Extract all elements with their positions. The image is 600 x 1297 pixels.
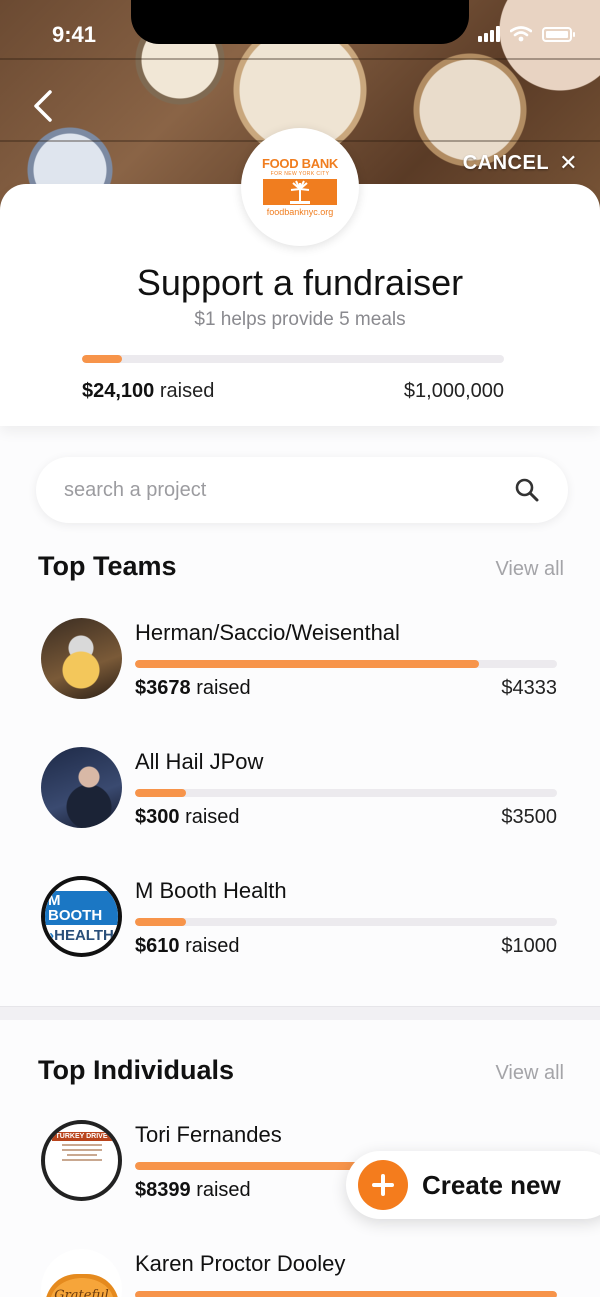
top-teams-view-all[interactable]: View all [495, 558, 564, 581]
overall-raised-row: $24,100 raised $1,000,000 [82, 376, 504, 403]
top-individuals-header: Top Individuals View all [38, 1055, 564, 1086]
individual-name: Karen Proctor Dooley [135, 1251, 346, 1276]
turkey-drive-flyer: TURKEY DRIVE [51, 1132, 112, 1141]
logo-url: foodbanknyc.org [266, 207, 334, 217]
team-goal: $3500 [501, 806, 557, 828]
top-individuals-view-all[interactable]: View all [495, 1062, 564, 1085]
team-progress-bar [135, 660, 557, 668]
logo-line1: FOOD BANK [261, 156, 339, 171]
individual-avatar: TURKEY DRIVE [41, 1120, 122, 1201]
individual-raised-label: raised [196, 1179, 251, 1201]
individual-progress-bar [135, 1291, 557, 1297]
team-name: M Booth Health [135, 878, 287, 903]
team-raised-amount: $3678 [135, 677, 191, 699]
team-progress-bar [135, 789, 557, 797]
team-raised: $3678 raised [135, 677, 251, 700]
search-bar[interactable] [36, 457, 568, 523]
signal-icon [478, 26, 500, 42]
cancel-button[interactable]: CANCEL ✕ [463, 150, 578, 176]
battery-icon [542, 26, 575, 42]
team-name: Herman/Saccio/Weisenthal [135, 620, 400, 645]
team-progress-fill [135, 789, 186, 797]
team-goal: $4333 [501, 677, 557, 699]
team-progress-fill [135, 660, 480, 668]
status-time: 9:41 [52, 22, 97, 47]
team-raised: $300 raised [135, 806, 240, 829]
m-booth-logo-bottom: ›HEALTH [49, 926, 114, 944]
statue-of-liberty-icon [263, 179, 337, 205]
status-icons [478, 26, 575, 42]
pumpkin-image: Grateful Thankful [44, 1274, 119, 1297]
overall-raised-label: raised [159, 380, 215, 402]
top-teams-header: Top Teams View all [38, 551, 564, 582]
team-avatar [41, 747, 122, 828]
individual-row[interactable]: Grateful Thankful Karen Proctor Dooley [41, 1249, 557, 1297]
team-raised-amount: $300 [135, 806, 180, 828]
team-progress-fill [135, 918, 186, 926]
cancel-label: CANCEL [462, 151, 550, 174]
team-name: All Hail JPow [135, 749, 264, 774]
team-goal: $1000 [501, 935, 557, 957]
team-raised: $610 raised [135, 935, 240, 958]
individual-name: Tori Fernandes [135, 1122, 282, 1147]
individual-avatar: Grateful Thankful [41, 1249, 122, 1297]
top-teams-title: Top Teams [38, 551, 177, 581]
close-icon: ✕ [559, 150, 578, 175]
team-raised-label: raised [185, 935, 240, 957]
team-progress-bar [135, 918, 557, 926]
search-icon[interactable] [514, 477, 540, 503]
page-subtitle: $1 helps provide 5 meals [194, 309, 406, 330]
team-raised-label: raised [196, 677, 251, 699]
food-bank-logo: FOOD BANK FOR NEW YORK CITY foodbanknyc.… [241, 128, 359, 246]
individual-raised: $8399 raised [135, 1179, 251, 1202]
overall-progress-bar [82, 355, 504, 363]
team-avatar [41, 618, 122, 699]
overall-goal: $1,000,000 [403, 380, 504, 402]
page-title: Support a fundraiser [136, 262, 464, 303]
search-input[interactable] [64, 478, 514, 502]
plus-icon [358, 1160, 408, 1210]
overall-raised-amount: $24,100 [82, 380, 155, 402]
create-new-button[interactable]: Create new [346, 1151, 600, 1219]
m-booth-logo-top: M BOOTH [45, 890, 118, 925]
individual-progress-fill [135, 1162, 368, 1170]
back-arrow-icon[interactable] [30, 88, 56, 124]
create-new-label: Create new [422, 1169, 561, 1200]
overall-progress-fill [82, 355, 122, 363]
section-divider [0, 1006, 600, 1020]
team-raised-label: raised [185, 806, 240, 828]
team-row[interactable]: All Hail JPow $300 raised $3500 [41, 747, 557, 831]
individual-progress-fill [135, 1291, 557, 1297]
wifi-icon [510, 26, 532, 42]
individual-raised-amount: $8399 [135, 1179, 191, 1201]
logo-line2: FOR NEW YORK CITY [270, 171, 330, 177]
team-raised-amount: $610 [135, 935, 180, 957]
team-avatar: M BOOTH ›HEALTH [41, 876, 122, 957]
top-individuals-title: Top Individuals [38, 1055, 235, 1085]
team-row[interactable]: M BOOTH ›HEALTH M Booth Health $610 rais… [41, 876, 557, 960]
device-notch [131, 0, 469, 44]
team-row[interactable]: Herman/Saccio/Weisenthal $3678 raised $4… [41, 618, 557, 702]
